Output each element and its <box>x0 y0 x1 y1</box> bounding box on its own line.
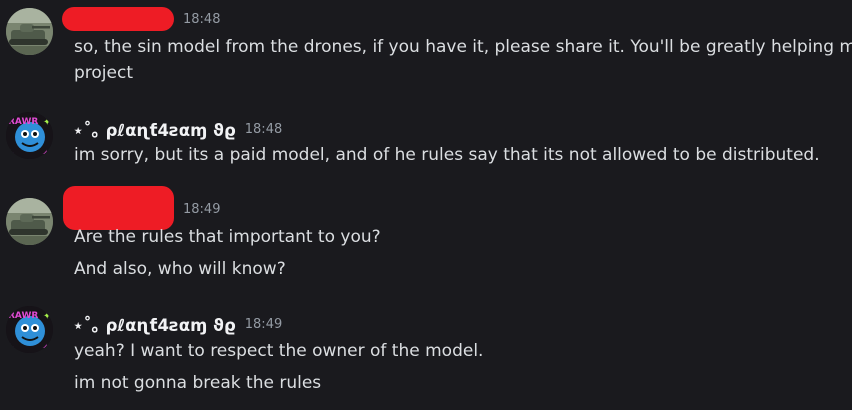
message-text: project <box>74 63 134 83</box>
art-avatar-icon: RAWR ✦ ✧ ✦ <box>6 112 53 159</box>
svg-text:✧: ✧ <box>7 149 15 159</box>
svg-text:✦: ✦ <box>42 343 50 353</box>
message-text: im sorry, but its a paid model, and of h… <box>74 145 820 165</box>
message-text: so, the sin model from the drones, if yo… <box>74 37 852 57</box>
user-avatar[interactable] <box>6 8 53 55</box>
svg-text:✧: ✧ <box>7 343 15 353</box>
message-timestamp: 18:49 <box>244 316 283 332</box>
tank-photo-icon <box>6 198 53 245</box>
username[interactable]: ⋆˚｡ ρℓαɳƭ4ƨαɱ ϑϱ <box>73 312 236 336</box>
redacted-username <box>63 186 174 230</box>
svg-text:RAWR: RAWR <box>8 117 38 127</box>
message-group: 18:49 Are the rules that important to yo… <box>0 175 852 285</box>
art-avatar-icon: RAWR ✦ ✧ ✦ <box>6 306 53 353</box>
tank-photo-icon <box>6 8 53 55</box>
message-text: Are the rules that important to you? <box>74 227 381 247</box>
message-group: RAWR ✦ ✧ ✦ ⋆˚｡ ρℓαɳƭ4ƨαɱ ϑϱ 18:48 im sor… <box>0 106 852 176</box>
message-text: And also, who will know? <box>74 259 286 279</box>
svg-text:✦: ✦ <box>43 117 51 128</box>
message-text: yeah? I want to respect the owner of the… <box>74 341 484 361</box>
redacted-username <box>62 7 174 31</box>
svg-text:✦: ✦ <box>42 149 50 159</box>
user-avatar[interactable]: RAWR ✦ ✧ ✦ <box>6 306 53 353</box>
message-group: 18:48 so, the sin model from the drones,… <box>0 0 852 90</box>
username[interactable]: ⋆˚｡ ρℓαɳƭ4ƨαɱ ϑϱ <box>73 117 236 141</box>
message-group: RAWR ✦ ✧ ✦ ⋆˚｡ ρℓαɳƭ4ƨαɱ ϑϱ 18:49 yeah? … <box>0 296 852 410</box>
message-timestamp: 18:49 <box>183 201 221 217</box>
user-avatar[interactable]: RAWR ✦ ✧ ✦ <box>6 112 53 159</box>
message-text: im not gonna break the rules <box>74 373 322 393</box>
svg-text:RAWR: RAWR <box>8 311 38 321</box>
message-timestamp: 18:48 <box>244 121 283 137</box>
user-avatar[interactable] <box>6 198 53 245</box>
message-timestamp: 18:48 <box>183 11 221 27</box>
svg-text:✦: ✦ <box>43 311 51 322</box>
